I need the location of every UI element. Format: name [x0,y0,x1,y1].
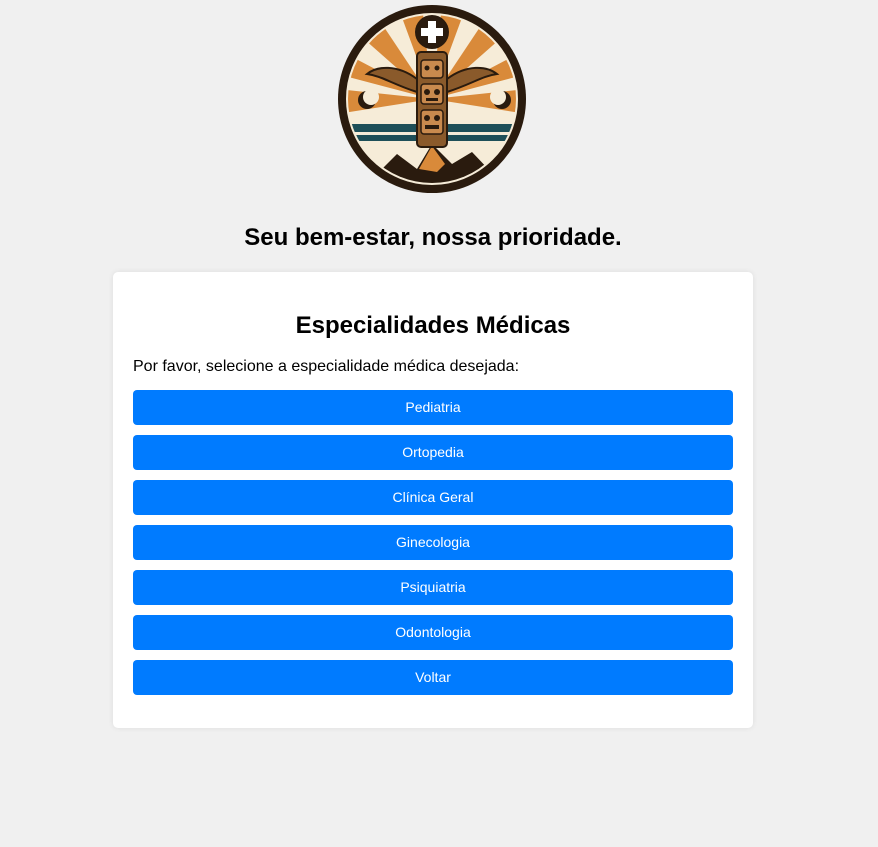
page: Seu bem-estar, nossa prioridade. Especia… [0,0,878,847]
back-button[interactable]: Voltar [133,660,733,695]
odontologia-button[interactable]: Odontologia [133,615,733,650]
ortopedia-button[interactable]: Ortopedia [133,435,733,470]
psiquiatria-button[interactable]: Psiquiatria [133,570,733,605]
pediatria-button[interactable]: Pediatria [133,390,733,425]
card-title: Especialidades Médicas [295,312,571,339]
tagline: Seu bem-estar, nossa prioridade. [244,224,622,251]
specialty-button-list: Pediatria Ortopedia Clínica Geral Gineco… [133,390,733,695]
specialties-card: Especialidades Médicas Por favor, seleci… [113,272,753,728]
ginecologia-button[interactable]: Ginecologia [133,525,733,560]
clinica-geral-button[interactable]: Clínica Geral [133,480,733,515]
totem-medical-logo [337,4,527,194]
card-instructions: Por favor, selecione a especialidade méd… [133,358,520,375]
